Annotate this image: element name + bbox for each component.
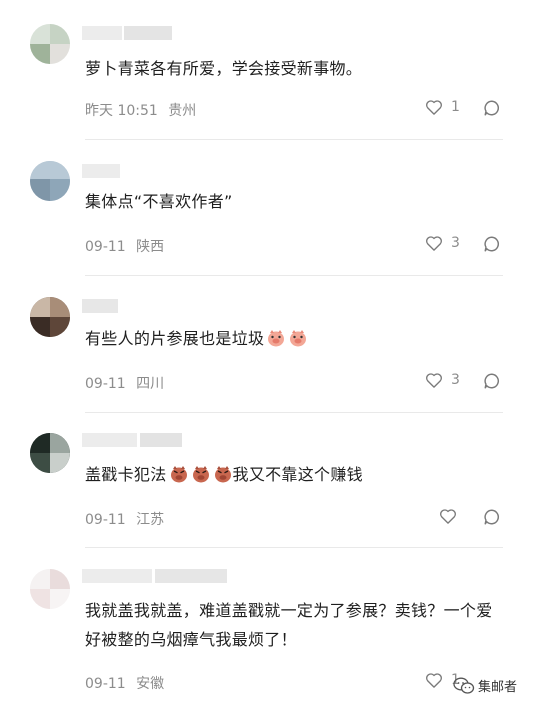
comment-date: 09-11 — [85, 239, 126, 255]
divider — [85, 547, 503, 548]
like-count: 3 — [451, 235, 460, 251]
username-blurred — [82, 26, 172, 40]
like-button[interactable]: 3 — [425, 235, 460, 251]
angry-pig-emoji — [214, 466, 231, 483]
comment-meta: 昨天 10:51 贵州 — [85, 100, 196, 120]
comment-meta: 09-11 江苏 — [85, 509, 164, 529]
comment-location: 贵州 — [168, 103, 197, 119]
comment-location: 陕西 — [136, 239, 165, 255]
comment-date: 昨天 10:51 — [85, 103, 158, 119]
pig-face-emoji — [290, 330, 307, 347]
username-blurred — [82, 569, 227, 583]
heart-outline-icon — [426, 373, 442, 388]
comment-meta: 09-11 陕西 — [85, 236, 164, 256]
comment-meta: 09-11 安徽 — [85, 673, 164, 693]
comment-text: 盖戳卡犯法 我又不靠这个赚钱 — [85, 460, 515, 489]
comment-location: 安徽 — [136, 676, 165, 692]
comment-date: 09-11 — [85, 512, 126, 528]
like-button[interactable]: 3 — [425, 372, 460, 388]
avatar[interactable] — [30, 433, 70, 473]
reply-button[interactable] — [483, 235, 501, 257]
pig-face-emoji — [268, 330, 285, 347]
angry-pig-emoji — [170, 466, 187, 483]
comment-date: 09-11 — [85, 376, 126, 392]
divider — [85, 139, 503, 140]
username-blurred — [82, 433, 182, 447]
divider — [85, 412, 503, 413]
comment-text: 我就盖我就盖，难道盖戳就一定为了参展？卖钱？一个爱好被整的乌烟瘴气我最烦了！ — [85, 601, 493, 649]
watermark: 集邮者 — [453, 676, 517, 695]
avatar[interactable] — [30, 161, 70, 201]
comment-text: 萝卜青菜各有所爱，学会接受新事物。 — [85, 59, 363, 78]
like-button[interactable]: 1 — [425, 99, 460, 115]
username-blurred — [82, 164, 122, 178]
chat-bubble-icon — [484, 236, 500, 252]
like-count: 1 — [451, 99, 460, 115]
chat-bubble-icon — [484, 373, 500, 389]
comment-location: 江苏 — [136, 512, 165, 528]
comment-date: 09-11 — [85, 676, 126, 692]
watermark-text: 集邮者 — [478, 680, 518, 695]
heart-outline-icon — [426, 236, 442, 251]
reply-button[interactable] — [483, 508, 501, 530]
avatar[interactable] — [30, 297, 70, 337]
avatar[interactable] — [30, 24, 70, 64]
angry-pig-emoji — [192, 466, 209, 483]
comment-text-body: 盖戳卡犯法 — [85, 465, 167, 484]
heart-outline-icon — [440, 509, 456, 524]
comment-text: 集体点“不喜欢作者” — [85, 192, 233, 211]
reply-button[interactable] — [483, 99, 501, 121]
reply-button[interactable] — [483, 372, 501, 394]
comment-text: 有些人的片参展也是垃圾 — [85, 324, 515, 353]
like-button[interactable] — [439, 508, 457, 524]
heart-outline-icon — [426, 673, 442, 688]
divider — [85, 275, 503, 276]
avatar[interactable] — [30, 569, 70, 609]
comment-text-tail: 我又不靠这个赚钱 — [232, 465, 363, 484]
chat-bubble-icon — [484, 100, 500, 116]
comment-location: 四川 — [136, 376, 165, 392]
heart-outline-icon — [426, 100, 442, 115]
username-blurred — [82, 299, 122, 313]
chat-bubble-icon — [484, 509, 500, 525]
wechat-logo-icon — [453, 677, 475, 694]
like-count: 3 — [451, 372, 460, 388]
comment-meta: 09-11 四川 — [85, 373, 164, 393]
comment-text-body: 有些人的片参展也是垃圾 — [85, 329, 265, 348]
